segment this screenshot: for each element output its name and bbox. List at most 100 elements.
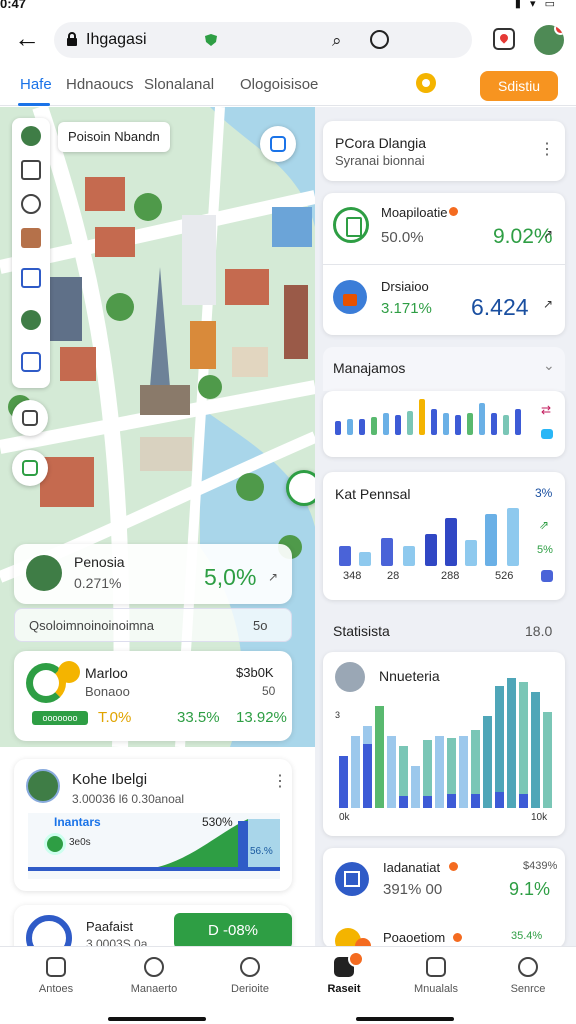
- map-layer-button[interactable]: [12, 450, 48, 486]
- zoom-icon: [22, 410, 38, 426]
- bar-chart: [331, 391, 531, 435]
- search-icon[interactable]: ⌕: [332, 31, 342, 51]
- metric-title: Marloo: [85, 665, 128, 681]
- extension-icon[interactable]: [493, 28, 515, 50]
- bar: [359, 419, 365, 435]
- lock-icon: [67, 32, 77, 46]
- stat-title-4: Poaoetiom: [383, 930, 446, 945]
- summary-title: Paafaist: [86, 919, 133, 934]
- stat-title-3: Iadanatiat: [383, 860, 441, 875]
- document-icon: [333, 207, 369, 243]
- tab-slonalanal[interactable]: Slonalanal: [144, 76, 214, 93]
- map-location-button[interactable]: [260, 126, 296, 162]
- chart-label: Inantars: [54, 815, 101, 829]
- stats-list-card: Moapiloatie 50.0% 9.02% ↗ Drsiaioo 3.171…: [323, 193, 565, 335]
- bar: [485, 514, 497, 566]
- home-icon: [335, 862, 369, 896]
- bar-chart-card: ⇄: [323, 391, 565, 457]
- x-label-start: 0k: [339, 812, 350, 823]
- stat-value-2: 6.424: [471, 294, 529, 320]
- address-bar[interactable]: Ihgagasi ⌕: [54, 22, 472, 58]
- bar: [479, 403, 485, 435]
- reward-icon[interactable]: [416, 73, 436, 93]
- tab-home[interactable]: Hafe: [20, 76, 52, 93]
- gesture-bar: [108, 1017, 206, 1021]
- toggle-icon[interactable]: [541, 429, 553, 439]
- pen-icon[interactable]: [21, 160, 41, 180]
- swap-icon[interactable]: ⇄: [541, 403, 551, 417]
- back-arrow-icon[interactable]: ←: [14, 25, 40, 52]
- alert-dot: [453, 933, 462, 942]
- bar: [491, 413, 497, 435]
- map-location-label[interactable]: Poisoin Nbandn: [58, 122, 170, 152]
- browser-toolbar: ← Ihgagasi ⌕: [0, 14, 576, 66]
- nav-label: Raseit: [327, 983, 361, 995]
- trend-icon: ↗: [268, 570, 279, 584]
- banner-text: Qsoloimnoinoinoimna: [29, 618, 155, 633]
- gesture-bar: [356, 1017, 454, 1021]
- chevron-down-icon[interactable]: ⌄: [543, 357, 555, 374]
- nav-item-mnualals[interactable]: Mnualals: [396, 955, 476, 1003]
- trend-icon: ↗: [543, 227, 554, 241]
- avatar: [26, 769, 60, 803]
- url-text: Ihgagasi: [86, 31, 147, 48]
- map-toolbar: [12, 118, 50, 388]
- map-zoom-button[interactable]: [12, 400, 48, 436]
- bar: [503, 415, 509, 435]
- bar: [335, 421, 341, 435]
- chart-card-sub: 3.00036 l6 0.30anoal: [72, 792, 185, 806]
- stats-list-card: Iadanatiat 391% 00 $439% 9.1% Poaoetiom …: [323, 848, 565, 954]
- bar: [359, 552, 371, 566]
- nav-item-raseit[interactable]: Raseit: [304, 951, 384, 1003]
- nav-item-senrce[interactable]: Senrce: [488, 955, 568, 1003]
- banner-right: 5o: [253, 618, 268, 633]
- metric-value-1: T.0%: [98, 709, 132, 726]
- section-header[interactable]: Manajamos ⌄: [323, 347, 565, 391]
- nav-item-antoes[interactable]: Antoes: [16, 955, 96, 1003]
- stacked-chart-card: Nnueteria 3 0k 10k: [323, 652, 565, 836]
- tab-hdnaoucs[interactable]: Hdnaoucs: [66, 76, 134, 93]
- building-icon[interactable]: [21, 228, 41, 248]
- nav-label: Derioite: [231, 983, 269, 995]
- clock-icon[interactable]: [370, 30, 389, 49]
- person-icon[interactable]: [21, 310, 41, 330]
- avatar[interactable]: [534, 25, 564, 55]
- shape-icon[interactable]: [21, 194, 41, 214]
- profile-name: Penosia: [74, 554, 125, 570]
- bar: [339, 546, 351, 566]
- alert-dot: [449, 862, 458, 871]
- bar: [395, 415, 401, 435]
- profile-sub: 0.271%: [74, 575, 122, 591]
- profile-card[interactable]: Penosia 0.271% 5,0% ↗: [14, 544, 292, 604]
- layers-icon[interactable]: [21, 268, 41, 288]
- bar: [515, 409, 521, 435]
- tab-ologoisisoe[interactable]: Ologoisisoe: [240, 76, 318, 93]
- section-title: Statisista: [333, 623, 390, 639]
- nav-item-manaerto[interactable]: Manaerto: [114, 955, 194, 1003]
- nav-item-derioite[interactable]: Derioite: [210, 955, 290, 1003]
- briefcase-icon: [333, 280, 367, 314]
- more-icon[interactable]: ⋮: [272, 771, 288, 791]
- more-icon[interactable]: ⋮: [539, 139, 555, 159]
- profile-value: 5,0%: [204, 564, 257, 590]
- save-icon[interactable]: [21, 352, 41, 372]
- bar-chart: [335, 506, 525, 566]
- bar: [403, 546, 415, 566]
- chart-card[interactable]: Kohe Ibelgi 3.00036 l6 0.30anoal ⋮ Inant…: [14, 759, 292, 891]
- panel-header-card[interactable]: PCora Dlangia Syranai bionnai ⋮: [323, 121, 565, 181]
- avatar[interactable]: [21, 126, 41, 146]
- link-icon: ⇗: [539, 518, 550, 532]
- bar: [407, 411, 413, 435]
- bar: [381, 538, 393, 566]
- avatar: [26, 555, 62, 591]
- cta-button[interactable]: Sdistiu: [480, 71, 558, 101]
- x-label: 28: [387, 570, 400, 582]
- active-tab-indicator: [18, 103, 50, 106]
- metric-card[interactable]: Marloo Bonaoo $3b0K 50 ooooooo T.0% 33.5…: [14, 651, 292, 741]
- bar: [455, 415, 461, 435]
- trend-icon: ↗: [543, 297, 554, 311]
- bar: [445, 518, 457, 566]
- info-banner[interactable]: Qsoloimnoinoinoimna 5o: [14, 608, 292, 642]
- person-icon: [144, 957, 164, 977]
- notification-dot: [348, 951, 364, 967]
